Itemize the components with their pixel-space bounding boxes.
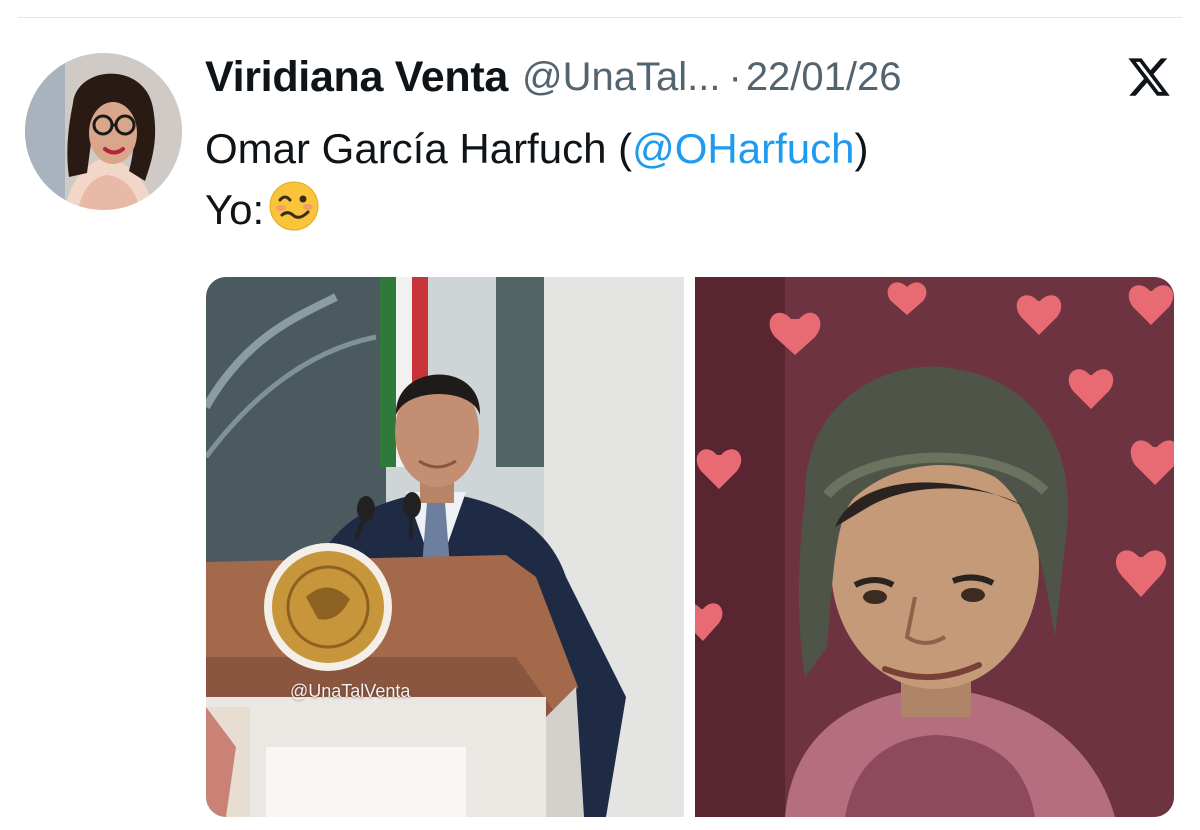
tweet-text-line1: Omar García Harfuch (@OHarfuch) [205, 118, 868, 179]
display-name[interactable]: Viridiana Venta [205, 53, 508, 102]
tweet-text: Omar García Harfuch (@OHarfuch) Yo: [205, 118, 868, 248]
tweet-text-yo: Yo: [205, 186, 265, 233]
mention-link[interactable]: @OHarfuch [632, 125, 854, 172]
media-image-left[interactable]: @UnaTalVenta [206, 277, 684, 817]
media-watermark: @UnaTalVenta [290, 681, 411, 701]
tweet-text-line2: Yo: [205, 179, 868, 248]
avatar[interactable] [25, 53, 182, 210]
woozy-face-icon [268, 180, 320, 248]
separator-dot: · [728, 54, 742, 99]
tweet-text-suffix: ) [854, 125, 869, 172]
tweet-text-prefix: Omar García Harfuch ( [205, 125, 633, 172]
user-handle[interactable]: @UnaTal... [522, 55, 720, 100]
media-grid: @UnaTalVenta [206, 277, 1174, 817]
tweet-header: Viridiana Venta @UnaTal... · 22/01/26 [205, 48, 1172, 106]
top-divider [18, 17, 1182, 18]
media-image-right[interactable] [695, 277, 1174, 817]
tweet-date[interactable]: 22/01/26 [746, 55, 902, 100]
x-logo-icon[interactable] [1126, 54, 1172, 100]
